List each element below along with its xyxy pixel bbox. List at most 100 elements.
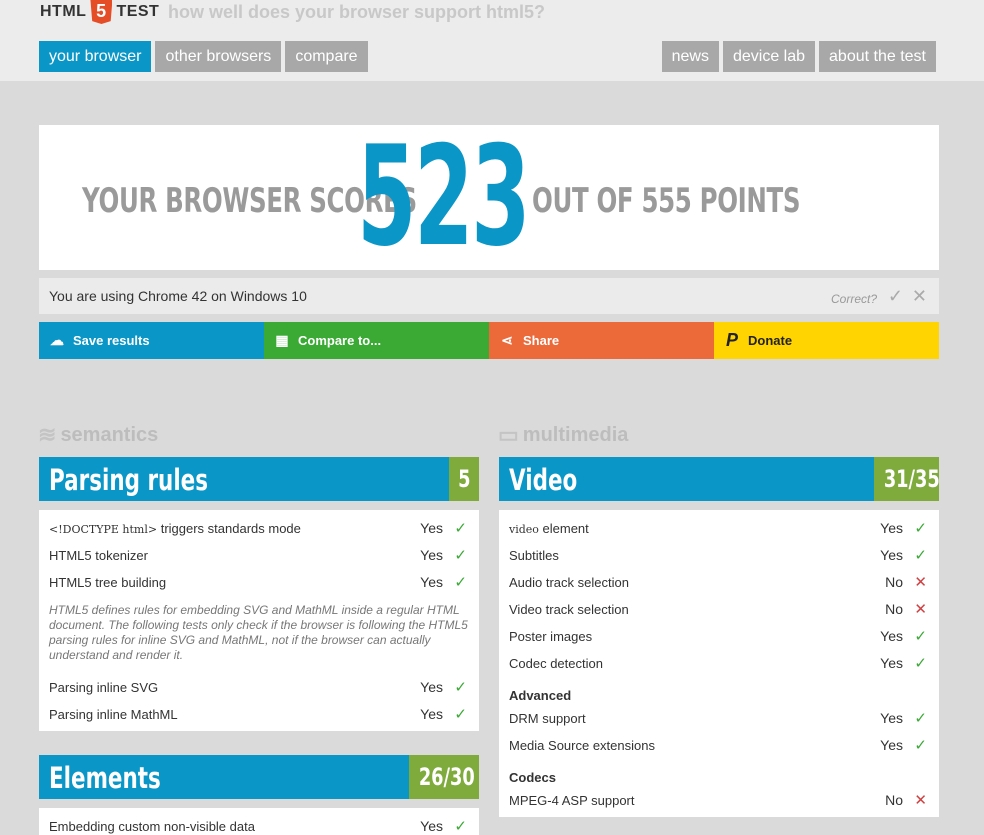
score-suffix: OUT OF 555 POINTS xyxy=(532,181,801,221)
test-result: Yes xyxy=(420,547,443,563)
logo-text-test: TEST xyxy=(116,3,160,20)
category-semantics: ≋ semantics xyxy=(38,422,158,448)
test-row: Video track selection No ✕ xyxy=(499,595,939,622)
logo-text-html: HTML xyxy=(40,3,87,20)
section-body: Embedding custom non-visible data Yes ✓ xyxy=(39,808,479,835)
section-body: video element Yes ✓ Subtitles Yes ✓ Audi… xyxy=(499,510,939,817)
test-result: Yes xyxy=(420,818,443,834)
test-row: HTML5 tree building Yes ✓ xyxy=(39,568,479,595)
checkmark-icon[interactable]: ✓ xyxy=(888,286,903,307)
checkmark-icon: ✓ xyxy=(914,520,927,537)
test-result: No xyxy=(885,601,903,617)
test-label: Audio track selection xyxy=(509,575,629,590)
site-header: HTML 5 TEST how well does your browser s… xyxy=(0,0,984,81)
checkmark-icon: ✓ xyxy=(454,574,467,591)
checkmark-icon: ✓ xyxy=(454,547,467,564)
section-points: 5 xyxy=(449,457,479,501)
test-row: video element Yes ✓ xyxy=(499,514,939,541)
test-result: Yes xyxy=(880,655,903,671)
test-label: Subtitles xyxy=(509,548,559,563)
primary-nav: your browser other browsers compare xyxy=(39,41,368,72)
subsection-codecs: Codecs xyxy=(509,770,556,785)
html5-shield-icon: 5 xyxy=(90,0,113,24)
test-result: Yes xyxy=(420,706,443,722)
nav-about-the-test[interactable]: about the test xyxy=(819,41,936,72)
section-video: Video 31/35 video element Yes ✓ Subtitle… xyxy=(499,457,940,817)
test-label: Parsing inline MathML xyxy=(49,707,178,722)
section-header[interactable]: Video 31/35 xyxy=(499,457,940,501)
test-row: Parsing inline SVG Yes ✓ xyxy=(39,673,479,700)
tagline: how well does your browser support html5… xyxy=(168,2,546,22)
compare-to-button[interactable]: ▦ Compare to... xyxy=(264,322,489,359)
cloud-upload-icon: ☁ xyxy=(50,332,64,348)
test-label: triggers standards mode xyxy=(157,521,301,536)
test-row: Embedding custom non-visible data Yes ✓ xyxy=(39,812,479,835)
nav-compare[interactable]: compare xyxy=(285,41,368,72)
section-title: Elements xyxy=(49,761,161,795)
category-multimedia-label: multimedia xyxy=(522,423,629,446)
nav-your-browser[interactable]: your browser xyxy=(39,41,152,72)
test-row: Audio track selection No ✕ xyxy=(499,568,939,595)
close-icon[interactable]: ✕ xyxy=(912,286,927,307)
code-snippet: <!DOCTYPE html> xyxy=(49,523,158,536)
checkmark-icon: ✓ xyxy=(914,737,927,754)
correct-question: Correct? xyxy=(830,292,877,306)
donate-button[interactable]: P Donate xyxy=(714,322,939,359)
checkmark-icon: ✓ xyxy=(914,628,927,645)
category-semantics-label: semantics xyxy=(60,423,159,446)
section-body: <!DOCTYPE html> triggers standards mode … xyxy=(39,510,479,731)
section-title: Video xyxy=(509,463,578,497)
test-row: HTML5 tokenizer Yes ✓ xyxy=(39,541,479,568)
test-row: Media Source extensions Yes ✓ xyxy=(499,731,939,758)
site-logo[interactable]: HTML 5 TEST xyxy=(40,0,159,24)
code-snippet: video xyxy=(509,523,539,536)
test-label: Embedding custom non-visible data xyxy=(49,819,255,834)
layers-icon: ≋ xyxy=(38,422,57,447)
section-header[interactable]: Elements 26/30 xyxy=(39,755,479,799)
test-row: Codec detection Yes ✓ xyxy=(499,649,939,676)
paypal-icon: P xyxy=(725,330,738,350)
donate-label: Donate xyxy=(748,333,793,348)
save-results-button[interactable]: ☁ Save results xyxy=(39,322,264,359)
test-result: No xyxy=(885,574,903,590)
test-label: Media Source extensions xyxy=(509,738,655,753)
test-result: Yes xyxy=(880,547,903,563)
checkmark-icon: ✓ xyxy=(454,520,467,537)
compare-to-label: Compare to... xyxy=(298,333,382,348)
test-label: Poster images xyxy=(509,629,593,644)
share-button[interactable]: ⋖ Share xyxy=(489,322,714,359)
subsection-advanced: Advanced xyxy=(509,688,572,703)
browser-detection-bar: You are using Chrome 42 on Windows 10 Co… xyxy=(39,278,939,314)
nav-news[interactable]: news xyxy=(661,41,719,72)
score-panel: YOUR BROWSER SCORES 523 OUT OF 555 POINT… xyxy=(39,125,939,270)
nav-other-browsers[interactable]: other browsers xyxy=(155,41,282,72)
test-label: HTML5 tokenizer xyxy=(49,548,148,563)
cross-icon: ✕ xyxy=(914,792,927,809)
test-label: Video track selection xyxy=(509,602,629,617)
nav-device-lab[interactable]: device lab xyxy=(722,41,816,72)
test-result: Yes xyxy=(880,520,903,536)
section-title: Parsing rules xyxy=(49,463,209,497)
test-result: No xyxy=(885,792,903,808)
secondary-nav: news device lab about the test xyxy=(661,41,936,72)
browser-detected-text: You are using Chrome 42 on Windows 10 xyxy=(49,288,307,304)
test-label: Codec detection xyxy=(509,656,603,671)
checkmark-icon: ✓ xyxy=(454,679,467,696)
checkmark-icon: ✓ xyxy=(454,818,467,835)
test-row: Poster images Yes ✓ xyxy=(499,622,939,649)
test-result: Yes xyxy=(880,737,903,753)
checkmark-icon: ✓ xyxy=(454,706,467,723)
cross-icon: ✕ xyxy=(914,601,927,618)
save-results-label: Save results xyxy=(73,333,150,348)
checkmark-icon: ✓ xyxy=(914,655,927,672)
cross-icon: ✕ xyxy=(914,574,927,591)
test-result: Yes xyxy=(880,628,903,644)
test-label: element xyxy=(538,521,589,536)
test-row: DRM support Yes ✓ xyxy=(499,704,939,731)
test-row: Parsing inline MathML Yes ✓ xyxy=(39,700,479,727)
share-label: Share xyxy=(523,333,560,348)
section-header[interactable]: Parsing rules 5 xyxy=(39,457,479,501)
grid-icon: ▦ xyxy=(275,332,289,348)
test-row: <!DOCTYPE html> triggers standards mode … xyxy=(39,514,479,541)
checkmark-icon: ✓ xyxy=(914,547,927,564)
